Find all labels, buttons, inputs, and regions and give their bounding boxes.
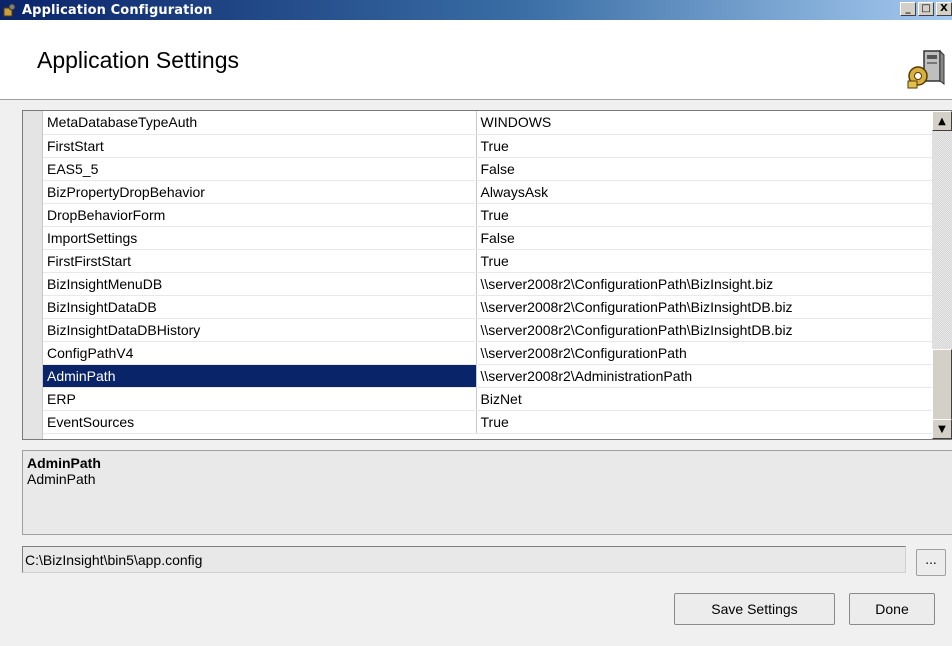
- maximize-button[interactable]: □: [918, 2, 934, 16]
- setting-key[interactable]: MetaDatabaseTypeAuth: [43, 111, 477, 135]
- arrow-up-icon: ▲: [938, 115, 946, 127]
- setting-value[interactable]: True: [476, 249, 932, 273]
- setting-key[interactable]: ImportSettings: [43, 226, 477, 250]
- scroll-down-button[interactable]: ▼: [932, 419, 952, 439]
- setting-key[interactable]: BizPropertyDropBehavior: [43, 180, 477, 204]
- setting-key[interactable]: EAS5_5: [43, 157, 477, 181]
- table-row[interactable]: FirstStart True: [43, 134, 932, 158]
- window-title: Application Configuration: [22, 2, 213, 18]
- setting-key[interactable]: FirstFirstStart: [43, 249, 477, 273]
- browse-button[interactable]: ...: [916, 549, 946, 576]
- settings-logo-icon: [904, 48, 946, 90]
- setting-key[interactable]: EventSources: [43, 410, 477, 434]
- title-bar[interactable]: Application Configuration _ □ X: [0, 0, 952, 20]
- table-row[interactable]: EAS5_5 False: [43, 157, 932, 181]
- save-settings-button[interactable]: Save Settings: [674, 593, 835, 625]
- config-path-field[interactable]: C:\BizInsight\bin5\app.config: [22, 546, 906, 573]
- table-row[interactable]: BizInsightDataDBHistory \\server2008r2\C…: [43, 318, 932, 342]
- table-row[interactable]: ERP BizNet: [43, 387, 932, 411]
- table-row[interactable]: ConfigPathV4 \\server2008r2\Configuratio…: [43, 341, 932, 365]
- setting-value[interactable]: True: [476, 410, 932, 434]
- scroll-up-button[interactable]: ▲: [932, 111, 952, 131]
- setting-value[interactable]: False: [476, 157, 932, 181]
- table-row[interactable]: DropBehaviorForm True: [43, 203, 932, 227]
- description-text: AdminPath: [27, 471, 96, 487]
- setting-value[interactable]: \\server2008r2\ConfigurationPath\BizInsi…: [476, 318, 932, 342]
- setting-value[interactable]: False: [476, 226, 932, 250]
- setting-value[interactable]: True: [476, 203, 932, 227]
- setting-key[interactable]: ConfigPathV4: [43, 341, 477, 365]
- setting-key[interactable]: FirstStart: [43, 134, 477, 158]
- scroll-thumb[interactable]: [932, 349, 952, 421]
- setting-value[interactable]: \\server2008r2\ConfigurationPath\BizInsi…: [476, 295, 932, 319]
- description-title: AdminPath: [27, 455, 101, 471]
- grid-vertical-scrollbar[interactable]: ▲ ▼: [932, 111, 952, 439]
- grid-row-gutter: [23, 111, 43, 439]
- setting-key[interactable]: ERP: [43, 387, 477, 411]
- description-panel: AdminPath AdminPath: [22, 450, 952, 535]
- page-title: Application Settings: [37, 47, 240, 73]
- table-row[interactable]: FirstFirstStart True: [43, 249, 932, 273]
- setting-value[interactable]: True: [476, 134, 932, 158]
- settings-grid[interactable]: MetaDatabaseTypeAuth WINDOWS FirstStart …: [22, 110, 952, 440]
- close-button[interactable]: X: [936, 2, 952, 16]
- app-icon: [2, 2, 18, 18]
- setting-key[interactable]: AdminPath: [43, 364, 477, 388]
- table-row[interactable]: MetaDatabaseTypeAuth WINDOWS: [43, 111, 932, 135]
- setting-value[interactable]: \\server2008r2\ConfigurationPath: [476, 341, 932, 365]
- setting-value[interactable]: \\server2008r2\ConfigurationPath\BizInsi…: [476, 272, 932, 296]
- setting-key[interactable]: BizInsightDataDB: [43, 295, 477, 319]
- setting-key[interactable]: BizInsightDataDBHistory: [43, 318, 477, 342]
- table-row-selected[interactable]: AdminPath \\server2008r2\AdministrationP…: [43, 364, 932, 388]
- setting-value[interactable]: BizNet: [476, 387, 932, 411]
- table-row[interactable]: BizInsightDataDB \\server2008r2\Configur…: [43, 295, 932, 319]
- done-button[interactable]: Done: [849, 593, 935, 625]
- header-panel: Application Settings: [0, 20, 952, 100]
- setting-value[interactable]: \\server2008r2\AdministrationPath: [476, 364, 932, 388]
- table-row[interactable]: EventSources True: [43, 410, 932, 434]
- settings-table: MetaDatabaseTypeAuth WINDOWS FirstStart …: [43, 111, 932, 434]
- table-row[interactable]: BizPropertyDropBehavior AlwaysAsk: [43, 180, 932, 204]
- table-row[interactable]: BizInsightMenuDB \\server2008r2\Configur…: [43, 272, 932, 296]
- setting-key[interactable]: DropBehaviorForm: [43, 203, 477, 227]
- table-row[interactable]: ImportSettings False: [43, 226, 932, 250]
- arrow-down-icon: ▼: [938, 423, 946, 435]
- setting-key[interactable]: BizInsightMenuDB: [43, 272, 477, 296]
- minimize-button[interactable]: _: [900, 2, 916, 16]
- setting-value[interactable]: WINDOWS: [476, 111, 932, 135]
- setting-value[interactable]: AlwaysAsk: [476, 180, 932, 204]
